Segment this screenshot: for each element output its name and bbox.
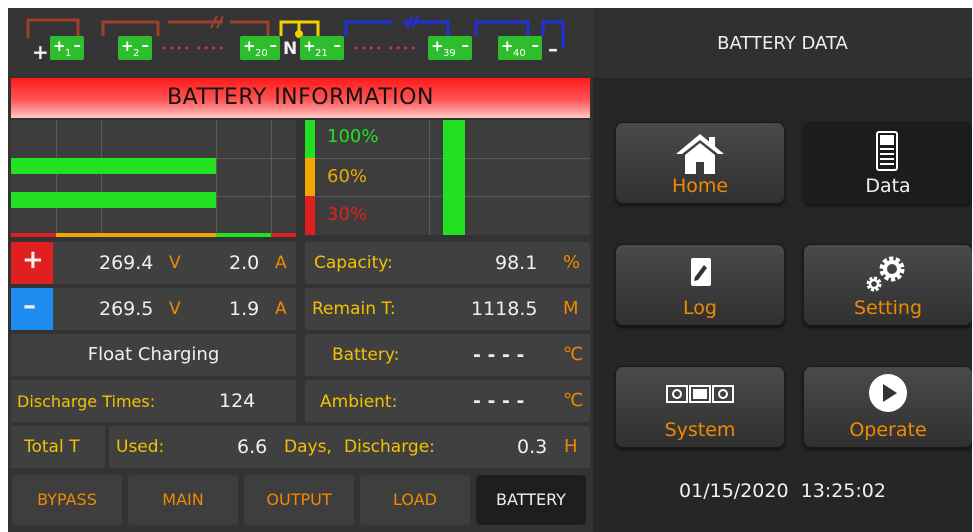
positive-charge-bar — [11, 158, 216, 174]
ambient-temp-value: - - - - — [473, 390, 525, 412]
discharge-hours-unit: H — [564, 436, 578, 457]
gear-icon — [866, 256, 905, 292]
positive-voltage: 269.4 — [99, 252, 154, 274]
play-icon — [869, 374, 907, 412]
datetime-display: 01/15/2020 13:25:02 — [679, 480, 886, 502]
charging-status-row: Float Charging — [11, 334, 296, 376]
nav-main-button[interactable]: MAIN — [128, 475, 238, 525]
battery-data-title: BATTERY DATA — [717, 33, 848, 54]
battery-temp-unit: ℃ — [563, 344, 584, 365]
capacity-level-indicator: 100% 60% 30% — [305, 120, 590, 235]
battery-info-panel: + + 1 – + 2 – •••• •••• + 20 – N + 21 – — [8, 8, 593, 532]
battery-cell-2: + 2 – — [118, 36, 152, 60]
days-label: Days, — [284, 437, 332, 457]
ambient-temp-row: Ambient: - - - - ℃ — [305, 380, 590, 422]
battery-cell-1: + 1 – — [50, 36, 84, 60]
positive-current: 2.0 — [229, 252, 260, 274]
ambient-temp-unit: ℃ — [563, 390, 584, 411]
menu-panel: BATTERY DATA Home Data Log Setting Syste… — [593, 8, 972, 532]
operate-label: Operate — [849, 419, 927, 441]
battery-temp-row: Battery: - - - - ℃ — [305, 334, 590, 376]
total-label: Total T — [24, 437, 80, 457]
discharge-times-label: Discharge Times: — [17, 392, 156, 411]
battery-temp-value: - - - - — [473, 344, 525, 366]
capacity-row: Capacity: 98.1 % — [305, 242, 590, 284]
negative-sign-box: – — [11, 288, 53, 330]
log-label: Log — [683, 297, 717, 319]
negative-voltage: 269.5 — [99, 298, 154, 320]
data-label: Data — [865, 175, 911, 197]
chain-minus-terminal: – — [548, 37, 558, 61]
level-30-label: 30% — [327, 204, 368, 225]
page-title: BATTERY INFORMATION — [167, 85, 434, 110]
capacity-unit: % — [563, 252, 581, 273]
positive-current-unit: A — [275, 253, 287, 273]
negative-reading-row: – 269.5 V 1.9 A — [11, 288, 296, 330]
total-usage-row: Used: 6.6 Days, Discharge: 0.3 H — [109, 426, 590, 468]
data-icon — [876, 131, 898, 171]
ambient-temp-label: Ambient: — [320, 392, 398, 412]
data-button[interactable]: Data — [803, 122, 972, 204]
home-icon — [676, 134, 724, 174]
home-label: Home — [671, 175, 729, 197]
battery-temp-label: Battery: — [332, 345, 400, 365]
chain-plus-terminal: + — [32, 40, 49, 64]
battery-cell-20: + 20 – — [240, 36, 280, 60]
used-label: Used: — [116, 437, 165, 457]
nav-battery-button[interactable]: BATTERY — [476, 475, 586, 525]
battery-cell-21: + 21 – — [300, 36, 344, 60]
positive-voltage-unit: V — [169, 253, 181, 273]
battery-cell-39: + 39 – — [428, 36, 472, 60]
positive-sign-box: + — [11, 242, 53, 284]
setting-button[interactable]: Setting — [803, 244, 972, 326]
setting-label: Setting — [853, 297, 923, 319]
negative-voltage-unit: V — [169, 299, 181, 319]
used-value: 6.6 — [237, 436, 268, 458]
nav-output-button[interactable]: OUTPUT — [244, 475, 354, 525]
system-button[interactable]: System — [615, 366, 785, 448]
total-label-cell: Total T — [11, 426, 105, 468]
level-100-label: 100% — [327, 126, 379, 147]
battery-data-header: BATTERY DATA — [593, 8, 972, 78]
home-button[interactable]: Home — [615, 122, 785, 204]
discharge-times-value: 124 — [219, 390, 256, 412]
remain-time-value: 1118.5 — [471, 298, 538, 320]
nav-load-button[interactable]: LOAD — [360, 475, 470, 525]
log-button[interactable]: Log — [615, 244, 785, 326]
battery-chain-diagram: + + 1 – + 2 – •••• •••• + 20 – N + 21 – — [8, 8, 593, 76]
charge-graph — [11, 120, 296, 237]
remain-time-unit: M — [563, 298, 579, 319]
discharge-hours-value: 0.3 — [517, 436, 548, 458]
discharge-label: Discharge: — [344, 437, 435, 457]
negative-charge-bar — [11, 192, 216, 208]
capacity-level-bar — [443, 120, 465, 235]
capacity-value: 98.1 — [495, 252, 538, 274]
remain-time-label: Remain T: — [312, 299, 396, 319]
chain-ellipsis-1: •••• •••• — [161, 42, 226, 55]
system-label: System — [664, 419, 736, 441]
chain-neutral: N — [283, 39, 298, 59]
capacity-label: Capacity: — [314, 253, 393, 273]
log-icon — [691, 258, 711, 286]
battery-information-title-bar: BATTERY INFORMATION — [11, 78, 590, 118]
positive-reading-row: + 269.4 V 2.0 A — [11, 242, 296, 284]
chain-ellipsis-2: •••• •••• — [353, 42, 418, 55]
operate-button[interactable]: Operate — [803, 366, 972, 448]
nav-bypass-button[interactable]: BYPASS — [12, 475, 122, 525]
negative-current-unit: A — [275, 299, 287, 319]
system-icon — [666, 385, 734, 403]
battery-cell-40: + 40 – — [498, 36, 542, 60]
negative-current: 1.9 — [229, 298, 260, 320]
ups-screen: + + 1 – + 2 – •••• •••• + 20 – N + 21 – — [8, 8, 972, 532]
remain-time-row: Remain T: 1118.5 M — [305, 288, 590, 330]
level-60-label: 60% — [327, 166, 368, 187]
discharge-times-row: Discharge Times: 124 — [11, 380, 296, 422]
charging-status: Float Charging — [87, 344, 220, 365]
